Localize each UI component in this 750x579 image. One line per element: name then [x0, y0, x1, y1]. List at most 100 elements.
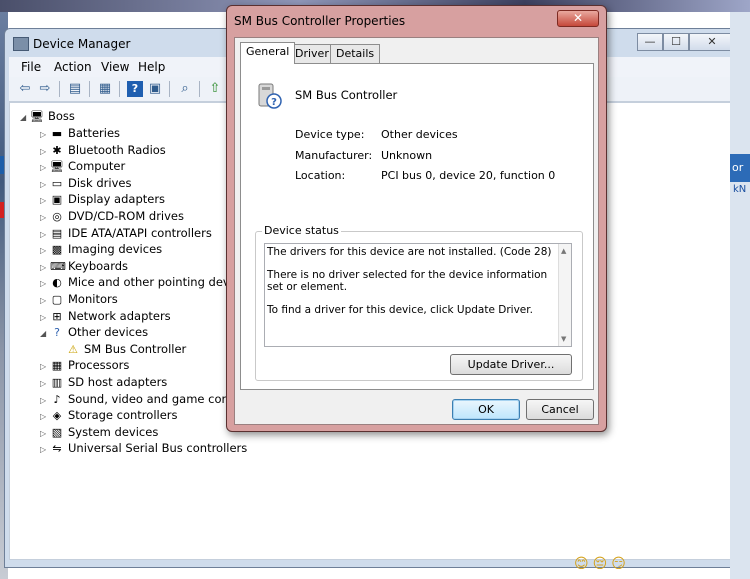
expand-arrow-icon[interactable]: ▷ — [40, 196, 50, 205]
tree-root[interactable]: ◢ 🖥 Boss — [20, 109, 75, 123]
expand-arrow-icon[interactable]: ▷ — [40, 279, 50, 288]
tree-item-label: Batteries — [68, 126, 121, 140]
back-arrow-icon[interactable]: ⇦ — [17, 81, 33, 97]
manufacturer-label: Manufacturer: — [295, 149, 373, 162]
tree-item-label: Universal Serial Bus controllers — [68, 441, 248, 456]
dialog-close-button[interactable]: ✕ — [557, 10, 599, 27]
location-value: PCI bus 0, device 20, function 0 — [381, 169, 556, 182]
expand-arrow-icon[interactable]: ▷ — [40, 147, 50, 156]
device-manager-title: Device Manager — [33, 37, 131, 51]
collapse-arrow-icon[interactable]: ◢ — [40, 329, 50, 338]
tree-category-item[interactable]: ▷ ▦ Processors — [40, 358, 129, 372]
toolbar-separator — [119, 81, 120, 97]
console-tree-icon[interactable]: ▤ — [67, 81, 83, 97]
ok-button[interactable]: OK — [452, 399, 520, 420]
scroll-down-icon[interactable]: ▼ — [561, 335, 566, 343]
expand-arrow-icon[interactable]: ▷ — [40, 263, 50, 272]
device-manager-icon — [13, 37, 29, 51]
desktop-background-right — [730, 12, 750, 579]
collapse-arrow-icon[interactable]: ◢ — [20, 113, 30, 122]
tree-category-item[interactable]: ▷ ◈ Storage controllers — [40, 408, 178, 422]
tree-category-item[interactable]: ▷ ◎ DVD/CD-ROM drives — [40, 209, 184, 223]
expand-arrow-icon[interactable]: ▷ — [40, 180, 50, 189]
tree-category-item[interactable]: ▷ ▢ Monitors — [40, 292, 118, 306]
storage-icon: ◈ — [52, 409, 62, 423]
tree-item-label: IDE ATA/ATAPI controllers — [68, 225, 212, 240]
expand-arrow-icon[interactable]: ▷ — [40, 445, 50, 454]
expand-arrow-icon[interactable]: ▷ — [40, 396, 50, 405]
menu-file[interactable]: File — [21, 60, 41, 74]
tree-root-label: Boss — [48, 109, 75, 123]
view-icon[interactable]: ▣ — [147, 81, 163, 97]
toolbar-separator — [89, 81, 90, 97]
maximize-button[interactable]: ☐ — [663, 33, 689, 51]
menu-view[interactable]: View — [101, 60, 129, 74]
tree-item-label: Storage controllers — [68, 408, 178, 423]
expand-arrow-icon[interactable]: ▷ — [40, 429, 50, 438]
toolbar-separator — [199, 81, 200, 97]
tree-category-item[interactable]: ▷ ◐ Mice and other pointing devices — [40, 275, 252, 289]
manufacturer-value: Unknown — [381, 149, 433, 162]
tree-category-item[interactable]: ▷ ▧ System devices — [40, 425, 158, 439]
tree-category-item[interactable]: ▷ ▩ Imaging devices — [40, 242, 162, 256]
battery-icon: ▬ — [51, 127, 63, 140]
expand-arrow-icon[interactable]: ▷ — [40, 246, 50, 255]
tree-item-label: Network adapters — [68, 308, 171, 323]
toolbar-separator — [59, 81, 60, 97]
expand-arrow-icon[interactable]: ▷ — [40, 163, 50, 172]
expand-arrow-icon[interactable]: ▷ — [40, 362, 50, 371]
computer-icon: 🖥 — [30, 110, 44, 123]
background-link-fragment: kN — [733, 184, 747, 195]
tab-driver[interactable]: Driver — [289, 44, 335, 63]
tree-category-item[interactable]: ▷ ⌨ Keyboards — [40, 259, 128, 273]
tab-general[interactable]: General — [240, 42, 296, 64]
tree-category-item[interactable]: ▷ ⇋ Universal Serial Bus controllers — [40, 441, 247, 455]
tree-device-item[interactable]: ⚠ SM Bus Controller — [56, 342, 186, 356]
network-adapter-icon: ⊞ — [52, 309, 62, 323]
processor-icon: ▦ — [51, 359, 63, 373]
tree-item-label: Computer — [68, 159, 126, 174]
ide-controller-icon: ▤ — [51, 226, 63, 240]
expand-arrow-icon[interactable]: ▷ — [40, 130, 50, 139]
cancel-button[interactable]: Cancel — [526, 399, 594, 420]
menu-action[interactable]: Action — [54, 60, 92, 74]
tree-category-item[interactable]: ▷ ▥ SD host adapters — [40, 375, 167, 389]
sd-card-icon: ▥ — [51, 376, 63, 389]
tree-item-label: Mice and other pointing devices — [68, 275, 253, 290]
tree-category-item[interactable]: ▷ ▬ Batteries — [40, 126, 120, 140]
expand-arrow-icon[interactable]: ▷ — [40, 230, 50, 239]
expand-arrow-icon[interactable]: ▷ — [40, 213, 50, 222]
tree-category-item[interactable]: ▷ ✱ Bluetooth Radios — [40, 143, 166, 157]
expand-arrow-icon[interactable]: ▷ — [40, 412, 50, 421]
tree-category-item[interactable]: ▷ ▣ Display adapters — [40, 192, 165, 206]
tree-category-item[interactable]: ▷ ▭ Disk drives — [40, 176, 131, 190]
device-type-value: Other devices — [381, 128, 458, 141]
speaker-icon: ♪ — [53, 392, 61, 406]
tree-item-label: Bluetooth Radios — [68, 142, 166, 157]
expand-arrow-icon[interactable]: ▷ — [40, 296, 50, 305]
update-driver-button[interactable]: Update Driver... — [450, 354, 572, 375]
tree-item-label: Monitors — [68, 292, 118, 306]
tree-item-label: System devices — [68, 424, 159, 439]
background-window-fragment: or — [730, 154, 750, 182]
tree-category-item[interactable]: ▷ ▤ IDE ATA/ATAPI controllers — [40, 226, 212, 240]
tree-category-item[interactable]: ◢? Other devices — [40, 325, 148, 339]
close-button[interactable]: ✕ — [689, 33, 735, 51]
menu-help[interactable]: Help — [138, 60, 165, 74]
mouse-icon: ◐ — [52, 276, 62, 290]
minimize-button[interactable]: — — [637, 33, 663, 51]
scroll-up-icon[interactable]: ▲ — [561, 247, 566, 255]
update-driver-icon[interactable]: ⇧ — [207, 81, 223, 97]
device-status-textbox[interactable]: The drivers for this device are not inst… — [264, 243, 572, 347]
status-scrollbar[interactable]: ▲ ▼ — [558, 244, 571, 346]
help-icon[interactable]: ? — [127, 81, 143, 97]
forward-arrow-icon[interactable]: ⇨ — [37, 81, 53, 97]
scan-hardware-icon[interactable]: ⌕ — [177, 81, 193, 97]
tree-item-label: Other devices — [68, 325, 149, 340]
tree-category-item[interactable]: ▷ 🖥 Computer — [40, 159, 125, 173]
expand-arrow-icon[interactable]: ▷ — [40, 379, 50, 388]
expand-arrow-icon[interactable]: ▷ — [40, 313, 50, 322]
tree-category-item[interactable]: ▷ ⊞ Network adapters — [40, 309, 171, 323]
tab-details[interactable]: Details — [330, 44, 381, 63]
properties-icon[interactable]: ▦ — [97, 81, 113, 97]
